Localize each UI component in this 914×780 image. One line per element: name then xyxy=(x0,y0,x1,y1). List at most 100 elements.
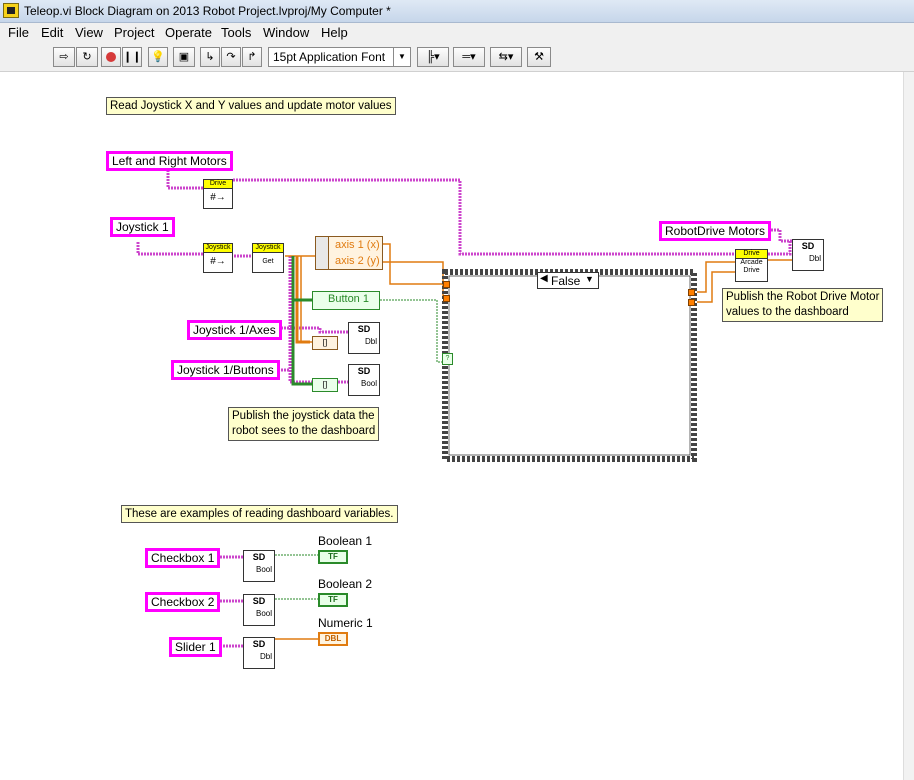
label-checkbox2[interactable]: Checkbox 2 xyxy=(145,592,221,612)
vi-body: SD xyxy=(357,366,371,376)
run-continuously-icon[interactable]: ↻ xyxy=(76,47,98,67)
cleanup-diagram-icon[interactable]: ⚒ xyxy=(527,47,551,67)
title-bar: Teleop.vi Block Diagram on 2013 Robot Pr… xyxy=(0,0,914,23)
label-joystick1[interactable]: Joystick 1 xyxy=(110,217,175,237)
vi-header: Drive xyxy=(204,180,232,189)
refnum-icon: #→ xyxy=(210,192,226,203)
vi-body: Drive xyxy=(743,267,760,274)
label-slider1[interactable]: Slider 1 xyxy=(169,637,222,657)
step-out-icon[interactable]: ↱ xyxy=(242,47,262,67)
indicator-label-numeric1: Numeric 1 xyxy=(318,616,373,630)
menu-view[interactable]: View xyxy=(75,25,103,40)
vi-body: SD xyxy=(357,324,371,334)
vi-body: Dbl xyxy=(364,337,377,346)
font-dropdown[interactable]: 15pt Application Font ▼ xyxy=(268,47,411,67)
refnum-icon: #→ xyxy=(210,256,226,267)
array-to-cluster-node[interactable]: [] xyxy=(312,336,338,350)
comment-line: Publish the Robot Drive Motor xyxy=(726,291,880,303)
array-to-cluster-node[interactable]: [] xyxy=(312,378,338,392)
joystick-get-vi[interactable]: Joystick Get xyxy=(252,243,284,273)
indicator-label-boolean2: Boolean 2 xyxy=(318,577,373,591)
vi-body: SD xyxy=(801,241,815,251)
tunnel xyxy=(688,299,695,306)
highlight-execution-icon[interactable]: 💡 xyxy=(148,47,168,67)
sd-get-number-vi[interactable]: SD Dbl xyxy=(243,637,275,669)
vi-body: Dbl xyxy=(259,652,272,661)
toolbar: ⇨ ↻ ❙❙ 💡 ▣ ↳ ↷ ↱ 15pt Application Font ▼… xyxy=(0,43,914,72)
vi-body: SD xyxy=(252,552,266,562)
tunnel xyxy=(443,295,450,302)
vi-body: Bool xyxy=(255,609,272,618)
comment-publish-joystick: Publish the joystick data the robot sees… xyxy=(228,407,380,441)
sd-put-boolean-vi[interactable]: SD Bool xyxy=(348,364,380,396)
decrement-icon[interactable]: ◀ xyxy=(540,273,548,284)
window-title: Teleop.vi Block Diagram on 2013 Robot Pr… xyxy=(24,4,391,18)
vi-body: Bool xyxy=(255,565,272,574)
vertical-scrollbar[interactable] xyxy=(903,72,914,780)
label-checkbox1[interactable]: Checkbox 1 xyxy=(145,548,221,568)
menu-bar: File Edit View Project Operate Tools Win… xyxy=(0,23,914,43)
vi-body: Bool xyxy=(360,379,377,388)
unbundle-button1: Button 1 xyxy=(328,293,369,305)
menu-edit[interactable]: Edit xyxy=(41,25,63,40)
chevron-down-icon: ▼ xyxy=(585,274,594,284)
reorder-icon[interactable]: ⇆▾ xyxy=(490,47,522,67)
tunnel xyxy=(443,281,450,288)
arcade-drive-vi[interactable]: Drive Arcade Drive xyxy=(735,249,768,282)
menu-operate[interactable]: Operate xyxy=(165,25,212,40)
retain-wire-values-icon[interactable]: ▣ xyxy=(173,47,195,67)
label-joystick-axes[interactable]: Joystick 1/Axes xyxy=(187,320,282,340)
joystick-refnum-vi[interactable]: Joystick #→ xyxy=(203,243,233,273)
case-selector-value: False xyxy=(551,274,581,288)
pause-icon[interactable]: ❙❙ xyxy=(122,47,142,67)
unbundle-axes[interactable]: axis 1 (x) axis 2 (y) xyxy=(315,236,383,270)
numeric1-terminal[interactable]: DBL xyxy=(318,632,348,646)
tunnel xyxy=(688,289,695,296)
indicator-label-boolean1: Boolean 1 xyxy=(318,534,373,548)
distribute-objects-icon[interactable]: ═▾ xyxy=(453,47,485,67)
menu-help[interactable]: Help xyxy=(321,25,348,40)
comment-line: values to the dashboard xyxy=(726,306,849,318)
vi-header: Joystick xyxy=(204,244,232,253)
label-joystick-buttons[interactable]: Joystick 1/Buttons xyxy=(171,360,280,380)
sd-get-boolean-vi[interactable]: SD Bool xyxy=(243,594,275,626)
abort-icon[interactable] xyxy=(101,47,121,67)
case-selector[interactable]: ◀ False ▼ xyxy=(537,272,599,289)
drive-refnum-vi[interactable]: Drive #→ xyxy=(203,179,233,209)
vi-body: SD xyxy=(252,596,266,606)
sd-put-number-vi[interactable]: SD Dbl xyxy=(348,322,380,354)
vi-header: Joystick xyxy=(253,244,283,253)
align-objects-icon[interactable]: ╠▾ xyxy=(417,47,449,67)
sd-put-motors-vi[interactable]: SD Dbl xyxy=(792,239,824,271)
comment-examples: These are examples of reading dashboard … xyxy=(121,505,398,523)
menu-tools[interactable]: Tools xyxy=(221,25,251,40)
boolean1-terminal[interactable]: TF xyxy=(318,550,348,564)
label-robotdrive-motors[interactable]: RobotDrive Motors xyxy=(659,221,772,241)
label-left-right-motors[interactable]: Left and Right Motors xyxy=(106,151,233,171)
boolean2-terminal[interactable]: TF xyxy=(318,593,348,607)
menu-file[interactable]: File xyxy=(8,25,29,40)
unbundle-axis1: axis 1 (x) xyxy=(335,239,380,251)
unbundle-handle xyxy=(316,237,329,269)
font-dropdown-value: 15pt Application Font xyxy=(273,50,386,64)
menu-window[interactable]: Window xyxy=(263,25,309,40)
block-diagram-canvas[interactable]: Read Joystick X and Y values and update … xyxy=(0,72,903,780)
menu-project[interactable]: Project xyxy=(114,25,154,40)
vi-header: Drive xyxy=(736,250,767,259)
comment-line: robot sees to the dashboard xyxy=(232,425,376,437)
comment-line: Publish the joystick data the xyxy=(232,410,375,422)
vi-body: Get xyxy=(262,258,274,265)
comment-publish-motor: Publish the Robot Drive Motor values to … xyxy=(722,288,884,322)
vi-body: Arcade xyxy=(740,259,763,266)
case-selector-terminal: ? xyxy=(442,353,453,365)
step-into-icon[interactable]: ↳ xyxy=(200,47,220,67)
sd-get-boolean-vi[interactable]: SD Bool xyxy=(243,550,275,582)
labview-vi-icon xyxy=(3,3,19,18)
unbundle-buttons[interactable]: Button 1 xyxy=(312,291,380,310)
vi-body: SD xyxy=(252,639,266,649)
chevron-down-icon: ▼ xyxy=(393,48,410,66)
comment-read-joystick: Read Joystick X and Y values and update … xyxy=(106,97,396,115)
wires-layer xyxy=(136,170,793,648)
step-over-icon[interactable]: ↷ xyxy=(221,47,241,67)
run-arrow-icon[interactable]: ⇨ xyxy=(53,47,75,67)
